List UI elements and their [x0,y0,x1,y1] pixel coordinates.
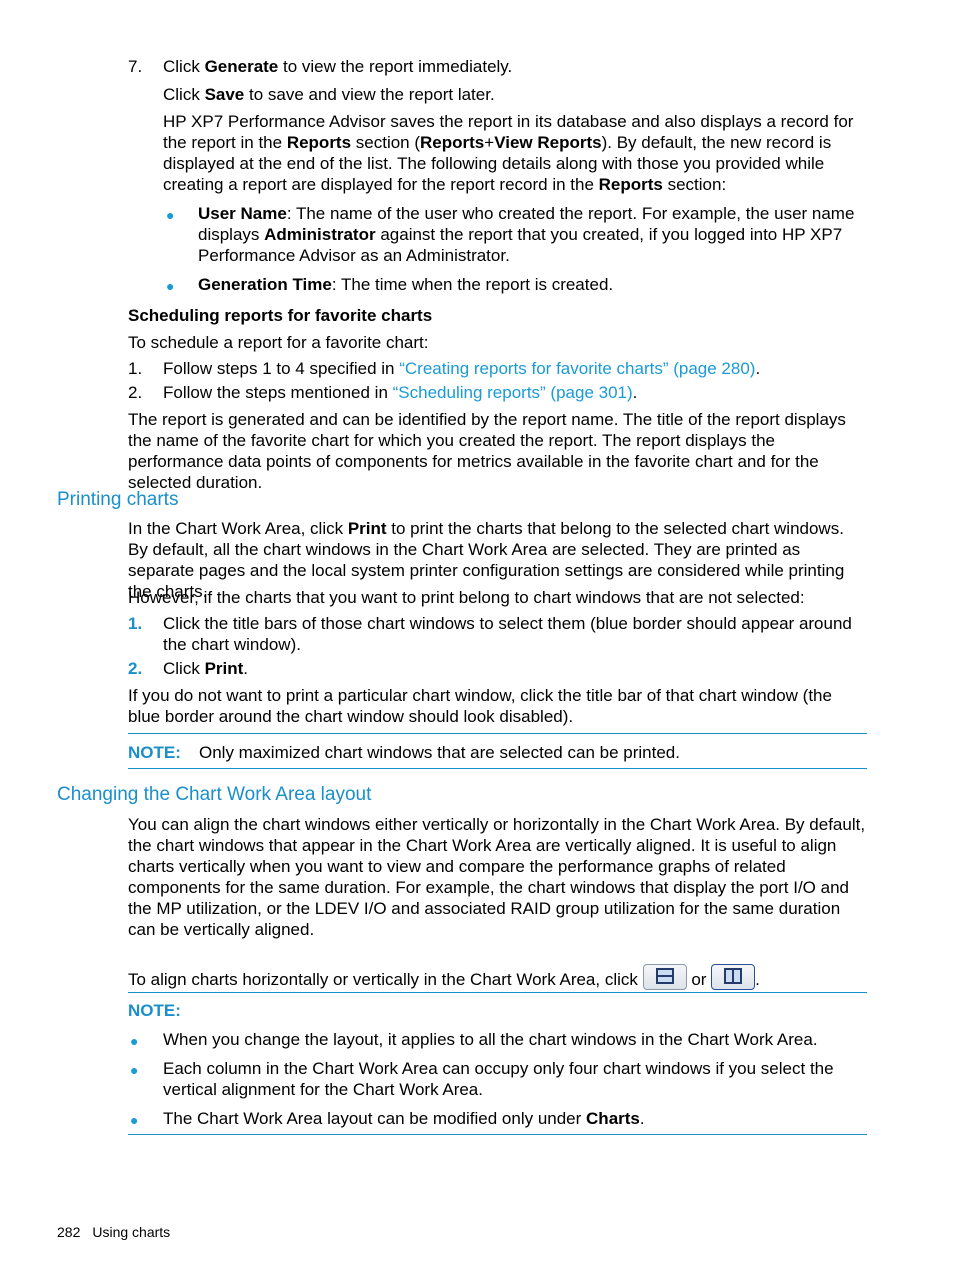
step-number: 2. [128,659,143,678]
subsection-heading: Scheduling reports for favorite charts [128,306,433,325]
list-item: Follow steps 1 to 4 specified in “Creati… [163,359,761,378]
page-number: 282 [57,1224,81,1240]
list-item: Follow the steps mentioned in “Schedulin… [163,383,638,402]
bullet-icon: ● [166,207,175,223]
page-footer: 282 Using charts [57,1222,170,1243]
note-text: Only maximized chart windows that are se… [199,743,680,762]
note-divider [128,733,867,734]
list-item: User Name: The name of the user who crea… [198,204,855,265]
footer-section: Using charts [92,1224,171,1240]
generate-term: Generate [204,57,279,76]
note-divider [128,768,867,769]
list-item: The Chart Work Area layout can be modifi… [163,1109,645,1128]
step-number: 2. [128,383,143,402]
printing-paragraph-3: If you do not want to print a particular… [128,686,832,726]
note-label: NOTE: [128,1001,181,1020]
list-item: Click the title bars of those chart wind… [163,614,852,654]
layout-instruction: To align charts horizontally or vertical… [128,964,868,990]
scheduling-intro: To schedule a report for a favorite char… [128,333,429,352]
layout-paragraph: You can align the chart windows either v… [128,815,866,939]
note-divider [128,992,867,993]
step-number: 1. [128,614,143,633]
printing-paragraph-2: However, if the charts that you want to … [128,588,805,607]
step-7-save: Click Save to save and view the report l… [163,85,495,104]
bullet-icon: ● [130,1033,139,1049]
list-item: Generation Time: The time when the repor… [198,275,614,294]
scheduling-outro: The report is generated and can be ident… [128,410,846,492]
horizontal-layout-icon[interactable] [642,964,687,990]
note-label: NOTE: [128,743,181,762]
step-number: 1. [128,359,143,378]
creating-reports-link[interactable]: “Creating reports for favorite charts” (… [399,359,755,378]
step-number: 7. [128,57,143,76]
section-heading-layout: Changing the Chart Work Area layout [57,784,372,805]
section-heading-printing: Printing charts [57,489,179,510]
step-7-paragraph: HP XP7 Performance Advisor saves the rep… [163,112,854,194]
bullet-icon: ● [166,278,175,294]
save-term: Save [204,85,245,104]
scheduling-reports-link[interactable]: “Scheduling reports” (page 301) [393,383,633,402]
note-divider [128,1134,867,1135]
list-item: Click Print. [163,659,249,678]
step-7-generate: Click Generate to view the report immedi… [163,57,513,76]
list-item: When you change the layout, it applies t… [163,1030,818,1049]
vertical-layout-icon[interactable] [711,964,756,990]
bullet-icon: ● [130,1112,139,1128]
bullet-icon: ● [130,1062,139,1078]
list-item: Each column in the Chart Work Area can o… [163,1059,834,1099]
